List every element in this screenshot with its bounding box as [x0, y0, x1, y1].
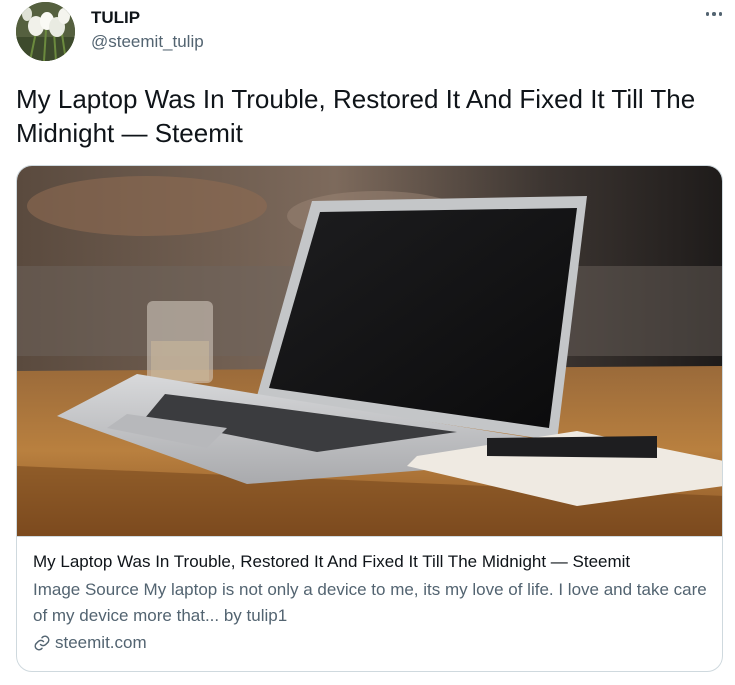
card-domain[interactable]: steemit.com [33, 631, 708, 655]
link-preview-card[interactable]: My Laptop Was In Trouble, Restored It An… [16, 165, 723, 672]
card-body: My Laptop Was In Trouble, Restored It An… [17, 536, 722, 671]
author-handle[interactable]: @steemit_tulip [91, 32, 204, 52]
laptop-photo [17, 166, 722, 536]
card-description: Image Source My laptop is not only a dev… [33, 580, 707, 625]
tweet-text: My Laptop Was In Trouble, Restored It An… [16, 84, 696, 148]
card-image[interactable] [17, 166, 722, 536]
more-options-icon[interactable] [702, 2, 726, 26]
card-title[interactable]: My Laptop Was In Trouble, Restored It An… [33, 550, 708, 574]
link-icon [34, 635, 50, 651]
author-name[interactable]: TULIP [91, 8, 140, 28]
avatar[interactable] [16, 2, 75, 61]
card-domain-text[interactable]: steemit.com [55, 631, 147, 655]
tweet-header: TULIP @steemit_tulip [16, 0, 726, 64]
tulip-avatar-image [16, 2, 75, 61]
